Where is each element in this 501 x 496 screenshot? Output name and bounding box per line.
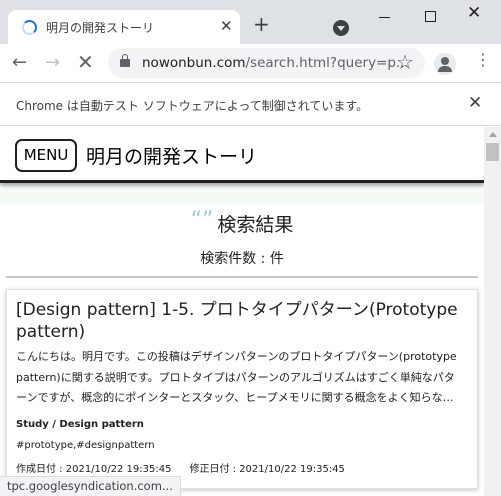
result-category[interactable]: Study / Design pattern bbox=[16, 419, 144, 430]
forward-arrow-icon[interactable]: → bbox=[45, 52, 60, 73]
search-result-heading: “” 検索結果 bbox=[0, 210, 484, 237]
url-text[interactable]: nowonbun.com/search.html?query=p... bbox=[142, 55, 409, 71]
infobar-close-icon[interactable]: ✕ bbox=[468, 93, 482, 113]
divider bbox=[6, 276, 478, 278]
scroll-thumb[interactable] bbox=[486, 143, 499, 161]
vertical-scrollbar[interactable] bbox=[484, 127, 501, 496]
result-count: 検索件数 : 件 bbox=[0, 248, 484, 268]
created-date: 作成日付 : 2021/10/22 19:35:45 bbox=[16, 464, 172, 475]
title-bar: 明月の開発ストーリ ✕ + ✕ bbox=[0, 0, 501, 44]
result-tags[interactable]: #prototype,#designpattern bbox=[16, 440, 155, 451]
tab-search-dropdown-icon[interactable] bbox=[333, 20, 349, 36]
quote-icon: “” bbox=[190, 208, 214, 233]
page-title: 検索結果 bbox=[217, 214, 294, 236]
result-count-unit: 件 bbox=[269, 251, 284, 267]
bookmark-star-icon[interactable]: ☆ bbox=[396, 50, 414, 74]
scroll-up-arrow-icon[interactable] bbox=[489, 132, 497, 137]
lock-icon[interactable] bbox=[120, 54, 130, 67]
modified-date: 修正日付 : 2021/10/22 19:35:45 bbox=[189, 464, 345, 475]
stop-loading-icon[interactable]: ✕ bbox=[77, 50, 94, 74]
ad-strip bbox=[0, 189, 484, 203]
address-bar[interactable]: nowonbun.com/search.html?query=p... ☆ bbox=[108, 48, 425, 78]
window-close-icon[interactable]: ✕ bbox=[467, 3, 481, 23]
result-card[interactable]: [Design pattern] 1-5. プロトタイプパターン(Prototy… bbox=[6, 289, 478, 489]
site-title[interactable]: 明月の開発ストーリ bbox=[86, 142, 257, 169]
browser-tab[interactable]: 明月の開発ストーリ ✕ bbox=[8, 10, 240, 44]
tab-close-icon[interactable]: ✕ bbox=[220, 17, 233, 35]
back-arrow-icon[interactable]: ← bbox=[12, 52, 27, 73]
tab-title: 明月の開発ストーリ bbox=[46, 21, 155, 35]
account-icon[interactable] bbox=[434, 53, 456, 75]
automation-infobar: Chrome は自動テスト ソフトウェアによって制御されています。 ✕ bbox=[0, 82, 501, 126]
result-excerpt: こんにちは。明月です。この投稿はデザインパターンのプロトタイプパターン(prot… bbox=[16, 350, 457, 404]
infobar-text: Chrome は自動テスト ソフトウェアによって制御されています。 bbox=[16, 99, 369, 113]
result-title[interactable]: [Design pattern] 1-5. プロトタイプパターン(Prototy… bbox=[16, 299, 471, 343]
result-dates: 作成日付 : 2021/10/22 19:35:45 修正日付 : 2021/10… bbox=[16, 460, 345, 475]
result-count-label: 検索件数 : bbox=[200, 251, 270, 267]
status-bubble: tpc.googlesyndication.com... bbox=[0, 476, 181, 496]
page-viewport: MENU 明月の開発ストーリ “” 検索結果 検索件数 : 件 [Design p… bbox=[0, 127, 484, 496]
new-tab-button[interactable]: + bbox=[253, 14, 270, 34]
url-host: nowonbun.com bbox=[142, 55, 246, 71]
loading-spinner-icon bbox=[22, 20, 37, 35]
site-header: MENU 明月の開発ストーリ bbox=[0, 127, 484, 183]
url-path: /search.html?query=p... bbox=[245, 55, 409, 71]
more-menu-icon[interactable]: ⋮ bbox=[475, 52, 491, 68]
menu-button[interactable]: MENU bbox=[15, 139, 77, 172]
maximize-icon[interactable] bbox=[425, 11, 436, 22]
browser-toolbar: ← → ✕ nowonbun.com/search.html?query=p..… bbox=[0, 44, 501, 82]
minimize-icon[interactable] bbox=[379, 17, 390, 18]
